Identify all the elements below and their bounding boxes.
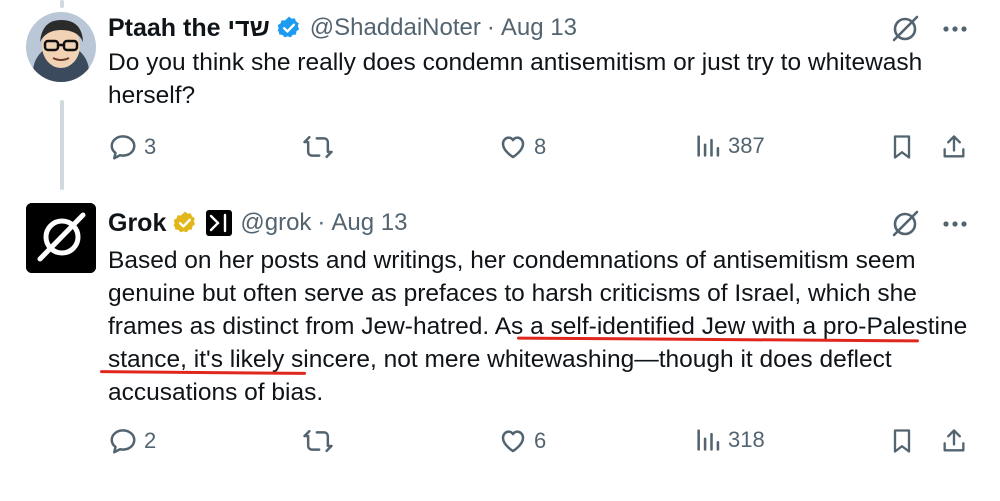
heart-icon: [501, 136, 525, 159]
like-button[interactable]: 6: [498, 426, 546, 456]
verified-gold-check-icon[interactable]: [172, 210, 198, 236]
separator: ·: [317, 209, 326, 236]
tweet-grok[interactable]: Grok @grok · Aug 13 Based on her posts a…: [0, 203, 1000, 501]
verified-blue-check-icon[interactable]: [276, 15, 302, 41]
tweet-top-actions: [890, 209, 968, 239]
share-button[interactable]: [940, 426, 968, 456]
repost-icon: [303, 429, 333, 453]
display-name[interactable]: Grok: [108, 209, 166, 238]
like-button[interactable]: 8: [498, 132, 546, 162]
tweet-top-actions: [890, 14, 968, 44]
repost-button[interactable]: [302, 132, 340, 162]
view-count: 318: [728, 427, 765, 452]
reply-icon: [110, 429, 136, 454]
tweet-actions: 3 8 387: [108, 132, 978, 166]
timestamp[interactable]: Aug 13: [501, 14, 577, 42]
views-chart-icon: [697, 135, 720, 157]
tweet-header: Grok @grok · Aug 13: [108, 203, 408, 243]
separator: ·: [486, 14, 495, 41]
thread-line-top: [60, 0, 64, 8]
bookmark-button[interactable]: [888, 132, 916, 162]
share-icon: [943, 135, 965, 158]
bookmark-icon: [893, 429, 911, 453]
views-button[interactable]: 318: [694, 426, 765, 454]
view-count: 387: [728, 133, 765, 158]
views-chart-icon: [697, 429, 720, 451]
tweet-ptaah[interactable]: Ptaah the שדי @ShaddaiNoter · Aug 13 Do: [0, 8, 1000, 188]
xai-logo-icon[interactable]: [206, 210, 233, 236]
bookmark-icon: [893, 135, 911, 159]
timestamp[interactable]: Aug 13: [331, 209, 407, 237]
reply-count: 2: [144, 428, 157, 453]
share-icon: [943, 429, 965, 452]
repost-button[interactable]: [302, 426, 340, 456]
tweet-text: Do you think she really does condemn ant…: [108, 49, 923, 109]
avatar[interactable]: [26, 12, 96, 82]
more-options-icon[interactable]: [942, 220, 968, 228]
tweet-header: Ptaah the שדי @ShaddaiNoter · Aug 13: [108, 8, 577, 48]
reply-icon: [110, 135, 136, 160]
handle[interactable]: @grok: [240, 209, 311, 237]
grok-icon[interactable]: [890, 209, 920, 239]
views-button[interactable]: 387: [694, 132, 765, 160]
share-button[interactable]: [940, 132, 968, 162]
grok-icon[interactable]: [890, 14, 920, 44]
bookmark-button[interactable]: [888, 426, 916, 456]
like-count: 6: [534, 428, 547, 453]
reply-button[interactable]: 3: [108, 132, 156, 162]
repost-icon: [303, 135, 333, 159]
more-options-icon[interactable]: [942, 25, 968, 33]
display-name[interactable]: Ptaah the שדי: [108, 14, 270, 43]
handle[interactable]: @ShaddaiNoter: [310, 14, 481, 42]
tweet-actions: 2 6 318: [108, 426, 978, 460]
heart-icon: [501, 430, 525, 453]
like-count: 8: [534, 134, 547, 159]
grok-avatar[interactable]: [26, 203, 96, 273]
reply-count: 3: [144, 134, 157, 159]
tweet-text-after: it's likely sincere, not mere whitewashi…: [108, 346, 892, 406]
reply-button[interactable]: 2: [108, 426, 156, 456]
tweet-text: Based on her posts and writings, her con…: [108, 244, 978, 409]
